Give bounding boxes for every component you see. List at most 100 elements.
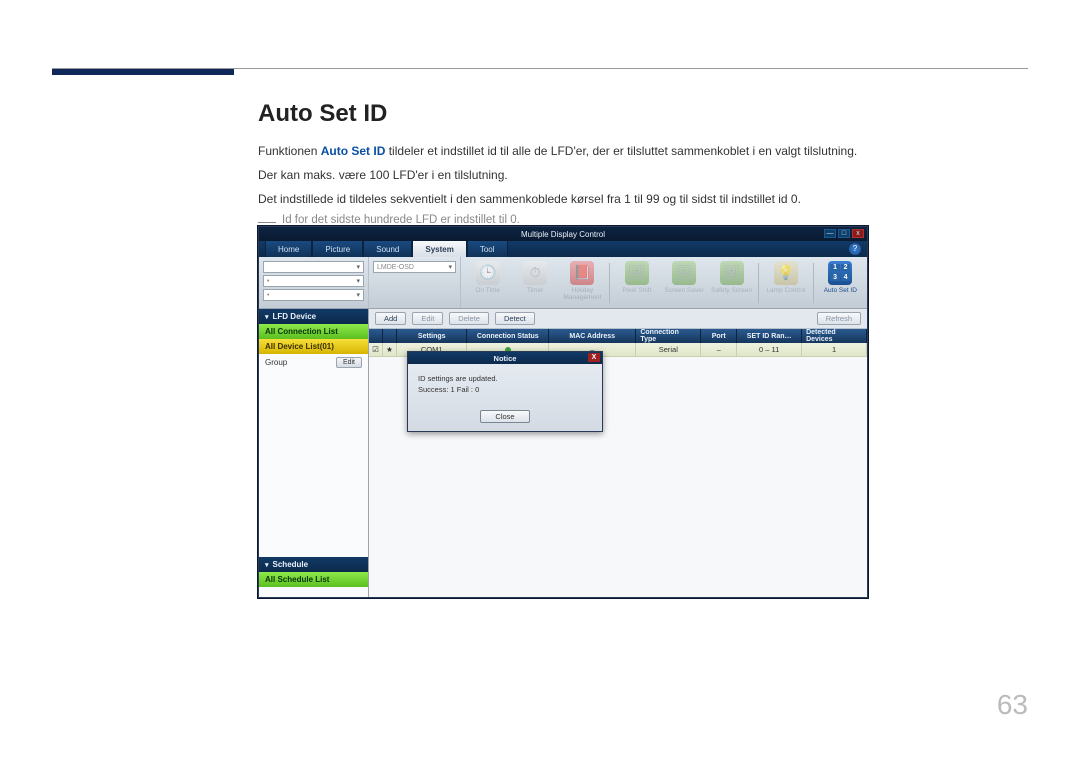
device-combo-1[interactable] (263, 261, 364, 273)
grid-numbers-icon: 1 2 3 4 (828, 261, 852, 285)
tab-tool[interactable]: Tool (467, 241, 508, 257)
sidebar-item-all-connection[interactable]: All Connection List (259, 324, 368, 339)
auto-set-id-button[interactable]: 1 2 3 4 Auto Set ID (820, 261, 861, 305)
calendar-red-icon: 📕 (570, 261, 594, 285)
para1-post: tildeler et indstillet id til alle de LF… (385, 144, 857, 158)
add-button[interactable]: Add (375, 312, 406, 325)
pixel-shift-icon[interactable]: 🖼 Pixel Shift (616, 261, 657, 305)
col-setid-range: SET ID Ran… (737, 329, 802, 343)
action-row: Add Edit Delete Detect Refresh (369, 309, 867, 329)
edit-button[interactable]: Edit (412, 312, 443, 325)
ribbon-toolbar: • • LMDE-OSD 🕒 On Time ⏱ Timer 📕 Holiday Ma… (259, 257, 867, 309)
sidebar-item-all-device[interactable]: All Device List(01) (259, 339, 368, 354)
app-window: Multiple Display Control — □ x Home Pict… (258, 226, 868, 598)
dialog-title: Notice (494, 354, 517, 363)
row-port: – (701, 343, 737, 356)
delete-button[interactable]: Delete (449, 312, 489, 325)
notice-dialog: Notice X ID settings are updated. Succes… (407, 351, 603, 432)
toolbar-left-group: • • (259, 257, 369, 308)
sidebar-section-schedule[interactable]: Schedule (259, 557, 368, 572)
safety-screen-icon[interactable]: 🖼Safety Screen (711, 261, 752, 305)
dialog-close-ok-button[interactable]: Close (480, 410, 529, 423)
para1-pre: Funktionen (258, 144, 321, 158)
col-fav (383, 329, 397, 343)
dialog-titlebar: Notice X (408, 352, 602, 364)
row-range: 0 – 11 (737, 343, 802, 356)
screen-saver-icon[interactable]: 🖼 Screen Saver (664, 261, 705, 305)
landscape-icon: 🖼 (625, 261, 649, 285)
page-heading: Auto Set ID (258, 100, 870, 128)
col-mac: MAC Address (549, 329, 636, 343)
page-number: 63 (997, 689, 1028, 721)
ontime-label: On Time (475, 287, 500, 294)
device-combo-2[interactable]: • (263, 275, 364, 287)
holiday-label: Holiday Management (562, 287, 603, 301)
device-combo-3[interactable]: • (263, 289, 364, 301)
col-detected: Detected Devices (802, 329, 867, 343)
toolbar-divider (609, 263, 610, 303)
timer-label: Timer (527, 287, 543, 294)
clock-icon: 🕒 (476, 261, 500, 285)
bulb-icon: 💡 (774, 261, 798, 285)
note-text: Id for det sidste hundrede LFD er indsti… (282, 214, 520, 226)
holiday-icon[interactable]: 📕 Holiday Management (562, 261, 603, 305)
app-titlebar: Multiple Display Control — □ x (259, 227, 867, 241)
grid-4: 4 (841, 274, 851, 281)
grid-1: 1 (830, 264, 840, 271)
dialog-line2: Success: 1 Fail : 0 (418, 385, 592, 396)
dialog-close-button[interactable]: X (588, 353, 600, 362)
col-connection-status: Connection Status (467, 329, 549, 343)
ontime-icon[interactable]: 🕒 On Time (467, 261, 508, 305)
window-min-button[interactable]: — (824, 229, 836, 238)
tab-sound[interactable]: Sound (363, 241, 412, 257)
landscape-icon: 🖼 (720, 261, 744, 285)
tab-picture[interactable]: Picture (312, 241, 363, 257)
lamp-label: Lamp Control (766, 287, 805, 294)
timer-glyph-icon: ⏱ (523, 261, 547, 285)
page-accent (52, 69, 234, 75)
edit-group-button[interactable]: Edit (336, 357, 362, 368)
saver-label: Screen Saver (664, 287, 703, 294)
refresh-button[interactable]: Refresh (817, 312, 861, 325)
help-button[interactable]: ? (849, 243, 861, 255)
intro-para-3: Det indstillede id tildeles sekventielt … (258, 190, 870, 208)
sidebar: LFD Device All Connection List All Devic… (259, 309, 369, 597)
menu-bar: Home Picture Sound System Tool ? (259, 241, 867, 257)
lamp-control-icon[interactable]: 💡 Lamp Control (765, 261, 806, 305)
col-settings: Settings (397, 329, 467, 343)
detect-button[interactable]: Detect (495, 312, 535, 325)
table-header: Settings Connection Status MAC Address C… (369, 329, 867, 343)
tab-home[interactable]: Home (265, 241, 312, 257)
dialog-footer: Close (408, 406, 602, 431)
intro-para-1: Funktionen Auto Set ID tildeler et indst… (258, 142, 870, 160)
sidebar-list: Group Edit (259, 354, 368, 557)
toolbar-icons: 🕒 On Time ⏱ Timer 📕 Holiday Management 🖼 Pix… (461, 257, 867, 308)
sidebar-section-lfd[interactable]: LFD Device (259, 309, 368, 324)
dialog-line1: ID settings are updated. (418, 374, 592, 385)
dialog-body: ID settings are updated. Success: 1 Fail… (408, 364, 602, 406)
tab-system[interactable]: System (412, 241, 466, 257)
row-check[interactable]: ☑ (369, 343, 383, 356)
toolbar-divider-2 (758, 263, 759, 303)
note: Id for det sidste hundrede LFD er indsti… (258, 214, 870, 226)
window-max-button[interactable]: □ (838, 229, 850, 238)
intro-para-2: Der kan maks. være 100 LFD'er i en tilsl… (258, 166, 870, 184)
group-label: Group (265, 358, 287, 367)
landscape-icon: 🖼 (672, 261, 696, 285)
timer-icon[interactable]: ⏱ Timer (514, 261, 555, 305)
toolbar-mid-group: LMDE-OSD (369, 257, 461, 308)
window-close-button[interactable]: x (852, 229, 864, 238)
col-port: Port (701, 329, 737, 343)
row-fav[interactable]: ★ (383, 343, 397, 356)
row-detected: 1 (802, 343, 867, 356)
pixel-label: Pixel Shift (622, 287, 651, 294)
app-title: Multiple Display Control (521, 230, 605, 239)
toolbar-divider-3 (813, 263, 814, 303)
auto-set-id-label: Auto Set ID (824, 287, 857, 294)
sidebar-group-row: Group Edit (259, 354, 368, 371)
grid-3: 3 (830, 274, 840, 281)
col-connection-type: Connection Type (636, 329, 701, 343)
col-check (369, 329, 383, 343)
model-combo[interactable]: LMDE-OSD (373, 261, 456, 273)
sidebar-item-all-schedule[interactable]: All Schedule List (259, 572, 368, 587)
